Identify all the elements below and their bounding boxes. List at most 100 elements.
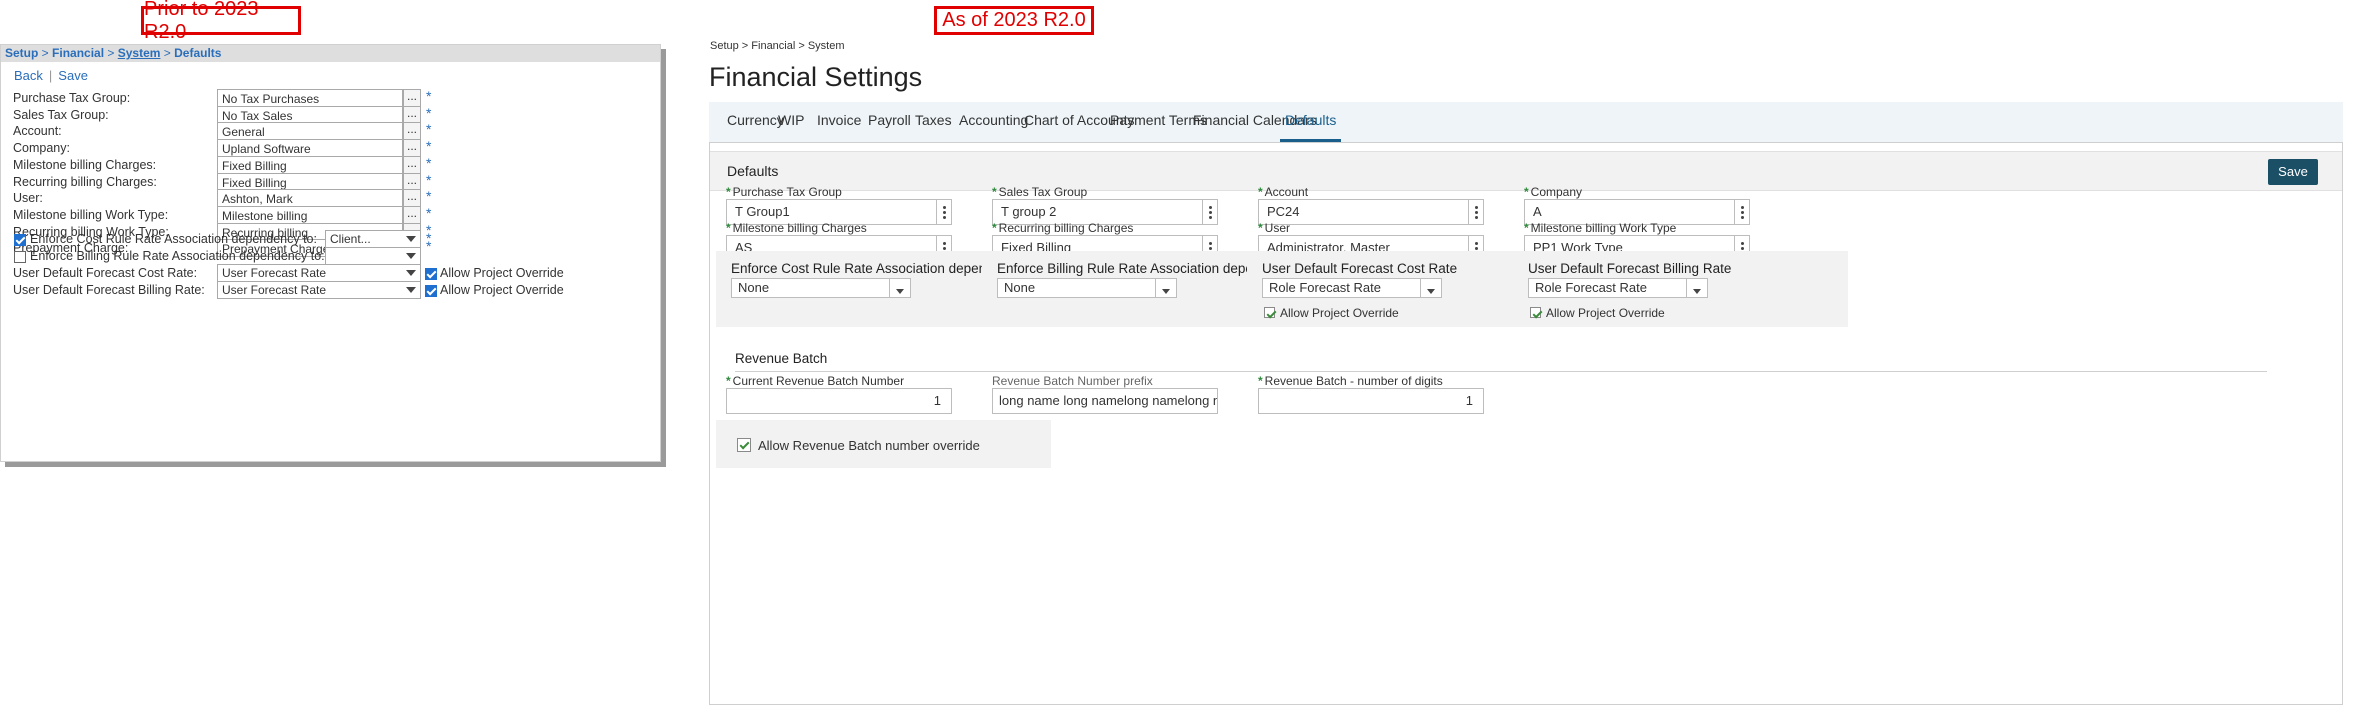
ellipsis-lookup-button[interactable]: ... — [403, 105, 421, 124]
field-input[interactable]: Upland Software — [217, 139, 403, 158]
ellipsis-lookup-button[interactable]: ... — [403, 172, 421, 191]
rate-select[interactable]: Role Forecast Rate — [1262, 278, 1442, 298]
tab-defaults[interactable]: Defaults — [1280, 102, 1342, 142]
rate-select[interactable]: None — [731, 278, 911, 298]
tab-taxes[interactable]: Taxes — [915, 102, 952, 142]
revenue-batch-override-checkbox[interactable] — [737, 438, 751, 452]
revenue-batch-prefix-input[interactable]: long name long namelong namelong namelon… — [992, 388, 1218, 414]
rate-select-value: None — [1004, 280, 1036, 295]
field-label: * Purchase Tax Group — [726, 185, 842, 199]
breadcrumb-setup[interactable]: Setup — [5, 46, 38, 60]
rate-select[interactable]: Role Forecast Rate — [1528, 278, 1708, 298]
dot — [943, 247, 946, 250]
card-title: User Default Forecast Billing Rate — [1528, 261, 1732, 276]
dot — [1741, 242, 1744, 245]
enforce-cost-label: Enforce Cost Rule Rate Association depen… — [30, 232, 317, 246]
save-button[interactable]: Save — [2268, 159, 2318, 185]
revenue-batch-digits-label: * Revenue Batch - number of digits — [1258, 374, 1443, 388]
field-input[interactable]: Fixed Billing — [217, 172, 403, 191]
back-link[interactable]: Back — [14, 68, 43, 83]
current-revenue-batch-label: * Current Revenue Batch Number — [726, 374, 904, 388]
required-marker: * — [726, 221, 731, 235]
dot — [1475, 247, 1478, 250]
after-callout-text: As of 2023 R2.0 — [942, 9, 1086, 31]
field-input[interactable]: No Tax Purchases — [217, 89, 403, 107]
field-input[interactable]: No Tax Sales — [217, 105, 403, 124]
save-link[interactable]: Save — [58, 68, 88, 83]
field-label: User: — [13, 191, 43, 206]
ellipsis-lookup-button[interactable]: ... — [403, 155, 421, 174]
required-marker: * — [426, 154, 432, 171]
field-label-text: Milestone billing Work Type — [1530, 221, 1677, 235]
field-label: * Company — [1524, 185, 1582, 199]
forecast-billing-select[interactable]: User Forecast Rate — [217, 281, 421, 299]
field-input[interactable]: Milestone billing — [217, 205, 403, 224]
enforce-billing-checkbox[interactable] — [14, 251, 26, 263]
enforce-cost-select[interactable]: Client... — [325, 230, 421, 248]
tab-invoice[interactable]: Invoice — [817, 102, 861, 142]
chevron-down-icon — [406, 287, 416, 293]
ellipsis-lookup-button[interactable]: ... — [403, 189, 421, 208]
more-options-icon[interactable] — [1734, 200, 1749, 224]
field-input[interactable]: PC24 — [1258, 199, 1484, 225]
card-title: User Default Forecast Cost Rate — [1262, 261, 1458, 276]
legacy-defaults-panel: Setup > Financial > System > Defaults Ba… — [0, 44, 661, 462]
tab-payroll[interactable]: Payroll — [868, 102, 911, 142]
dot — [1741, 216, 1744, 219]
tab-wip[interactable]: WIP — [778, 102, 804, 142]
breadcrumb-financial[interactable]: Financial — [52, 46, 104, 60]
ellipsis-lookup-button[interactable]: ... — [403, 205, 421, 224]
breadcrumb-system[interactable]: System — [118, 46, 161, 60]
field-label-text: Purchase Tax Group — [732, 185, 842, 199]
required-marker: * — [426, 121, 432, 138]
field-label-text: Sales Tax Group — [998, 185, 1088, 199]
current-revenue-batch-input[interactable]: 1 — [726, 388, 952, 414]
field-label-text: Account — [1264, 185, 1309, 199]
field-label: Sales Tax Group: — [13, 107, 109, 122]
breadcrumb: Setup > Financial > System > Defaults — [1, 45, 660, 62]
rate-select-value: Role Forecast Rate — [1269, 280, 1381, 295]
forecast-billing-override-checkbox[interactable] — [425, 285, 437, 297]
ellipsis-lookup-button[interactable]: ... — [403, 89, 421, 107]
field-input[interactable]: Fixed Billing — [217, 155, 403, 174]
field-label: * User — [1258, 221, 1290, 235]
more-options-icon[interactable] — [936, 200, 951, 224]
allow-project-override-checkbox[interactable] — [1264, 307, 1275, 318]
dot — [1209, 247, 1212, 250]
field-label: * Recurring billing Charges — [992, 221, 1133, 235]
current-revenue-batch-label-text: Current Revenue Batch Number — [732, 374, 905, 388]
field-input[interactable]: General — [217, 122, 403, 141]
tab-accounting[interactable]: Accounting — [959, 102, 1028, 142]
more-options-icon[interactable] — [1202, 200, 1217, 224]
revenue-batch-digits-label-text: Revenue Batch - number of digits — [1264, 374, 1443, 388]
required-marker: * — [426, 104, 432, 121]
field-label: * Milestone billing Work Type — [1524, 221, 1676, 235]
dot — [1475, 206, 1478, 209]
ellipsis-lookup-button[interactable]: ... — [403, 122, 421, 141]
dot — [1741, 247, 1744, 250]
forecast-cost-value: User Forecast Rate — [222, 266, 327, 280]
dot — [943, 206, 946, 209]
allow-project-override-checkbox[interactable] — [1530, 307, 1541, 318]
enforce-cost-checkbox[interactable] — [14, 234, 26, 246]
forecast-cost-select[interactable]: User Forecast Rate — [217, 264, 421, 282]
more-options-icon[interactable] — [1468, 200, 1483, 224]
required-marker: * — [1524, 185, 1529, 199]
required-marker: * — [992, 221, 997, 235]
breadcrumb[interactable]: Setup > Financial > System — [710, 40, 845, 52]
field-input[interactable]: Ashton, Mark — [217, 189, 403, 208]
chevron-down-icon — [1420, 279, 1441, 297]
forecast-cost-override-checkbox[interactable] — [425, 268, 437, 280]
field-label: Account: — [13, 124, 62, 139]
dot — [1209, 216, 1212, 219]
required-marker: * — [1524, 221, 1529, 235]
chevron-down-icon — [406, 236, 416, 242]
enforce-billing-select[interactable] — [325, 247, 421, 265]
revenue-batch-prefix-label: Revenue Batch Number prefix — [992, 374, 1153, 388]
rate-select[interactable]: None — [997, 278, 1177, 298]
tab-currency[interactable]: Currency — [727, 102, 784, 142]
required-marker: * — [426, 138, 432, 155]
ellipsis-lookup-button[interactable]: ... — [403, 139, 421, 158]
field-label-text: Milestone billing Charges — [732, 221, 867, 235]
revenue-batch-digits-input[interactable]: 1 — [1258, 388, 1484, 414]
